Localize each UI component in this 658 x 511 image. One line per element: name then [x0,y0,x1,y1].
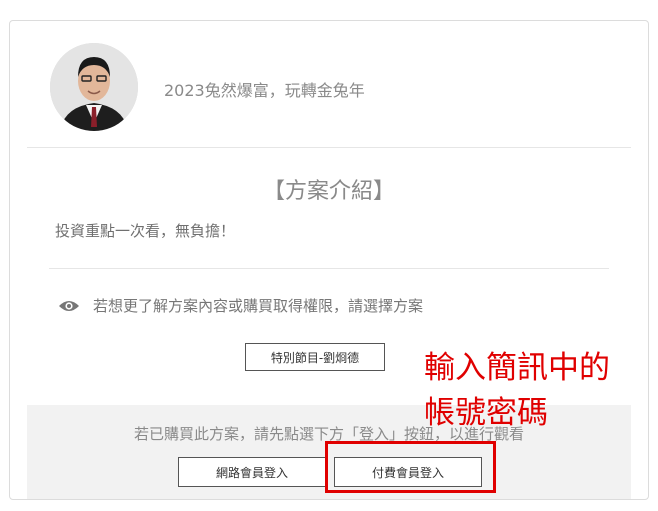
divider [49,268,609,269]
avatar [50,43,138,131]
annotation-line-2: 帳號密碼 [424,395,548,431]
annotation-text: 輸入簡訊中的 帳號密碼 [424,346,644,436]
annotation-line-1: 輸入簡訊中的 [424,350,610,386]
online-member-login-button[interactable]: 網路會員登入 [178,457,326,487]
plan-notice: 若想更了解方案內容或購買取得權限，請選擇方案 [58,295,423,316]
notice-text: 若想更了解方案內容或購買取得權限，請選擇方案 [93,297,424,315]
paid-member-login-button[interactable]: 付費會員登入 [334,457,482,487]
section-heading: 【方案介紹】 [262,179,395,204]
plan-description: 投資重點一次看，無負擔！ [55,222,236,240]
eye-icon [59,300,79,311]
profile-title: 2023兔然爆富，玩轉金兔年 [164,81,365,100]
program-button[interactable]: 特別節目-劉烱德 [245,343,385,371]
divider [27,147,631,148]
